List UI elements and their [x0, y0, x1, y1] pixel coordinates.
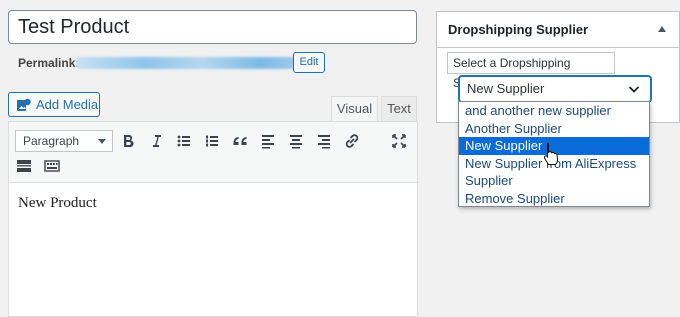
blockquote-icon — [233, 137, 247, 145]
bold-icon — [124, 135, 134, 148]
editor-content[interactable]: New Product — [18, 195, 97, 212]
fullscreen-button[interactable] — [388, 130, 410, 152]
add-media-label: Add Media — [36, 97, 99, 112]
link-icon — [345, 134, 359, 148]
collapse-arrow-icon[interactable] — [658, 26, 666, 32]
post-title-input[interactable]: Test Product — [8, 10, 417, 44]
supplier-select-label: Select a Dropshipping Supplier — [447, 52, 615, 90]
align-right-icon — [318, 135, 330, 149]
numbered-list-icon — [206, 135, 218, 147]
supplier-option[interactable]: Another Supplier — [459, 120, 649, 138]
read-more-button[interactable] — [13, 155, 35, 177]
supplier-option[interactable]: Supplier — [459, 172, 649, 190]
edit-permalink-button[interactable]: Edit — [293, 52, 325, 73]
link-button[interactable] — [341, 130, 363, 152]
numbered-list-button[interactable] — [201, 130, 223, 152]
align-center-icon — [290, 135, 302, 149]
bold-button[interactable] — [117, 130, 139, 152]
format-select[interactable]: Paragraph — [15, 130, 113, 152]
permalink-label: Permalink: — [18, 56, 80, 70]
format-select-value: Paragraph — [23, 134, 80, 148]
fullscreen-icon — [392, 134, 406, 148]
italic-icon — [153, 135, 161, 147]
editor-toolbar: Paragraph — [9, 122, 417, 183]
tab-visual[interactable]: Visual — [331, 96, 378, 122]
align-center-button[interactable] — [285, 130, 307, 152]
editor: Paragraph New Product — [8, 121, 418, 317]
supplier-option[interactable]: Remove Supplier — [459, 190, 649, 208]
align-right-button[interactable] — [313, 130, 335, 152]
mouse-pointer-icon — [543, 143, 559, 165]
toolbar-toggle-icon — [44, 160, 60, 172]
read-more-icon — [17, 160, 31, 172]
bulleted-list-button[interactable] — [173, 130, 195, 152]
permalink-url-redacted[interactable] — [76, 57, 306, 69]
add-media-button[interactable]: Add Media — [8, 92, 100, 117]
permalink-row: Permalink: — [18, 55, 306, 71]
media-icon — [17, 98, 31, 111]
align-left-icon — [262, 135, 274, 149]
supplier-metabox-title: Dropshipping Supplier — [448, 22, 589, 37]
tab-text[interactable]: Text — [381, 96, 417, 122]
supplier-option[interactable]: and another new supplier — [459, 102, 649, 120]
toolbar-toggle-button[interactable] — [41, 155, 63, 177]
align-left-button[interactable] — [257, 130, 279, 152]
blockquote-button[interactable] — [229, 130, 251, 152]
supplier-select-value: New Supplier — [467, 81, 545, 96]
chevron-down-icon — [628, 86, 640, 93]
supplier-metabox-header: Dropshipping Supplier — [437, 12, 679, 48]
supplier-select[interactable]: New Supplier — [459, 76, 651, 102]
italic-button[interactable] — [145, 130, 167, 152]
bulleted-list-icon — [177, 135, 190, 147]
caret-down-icon — [98, 139, 106, 144]
